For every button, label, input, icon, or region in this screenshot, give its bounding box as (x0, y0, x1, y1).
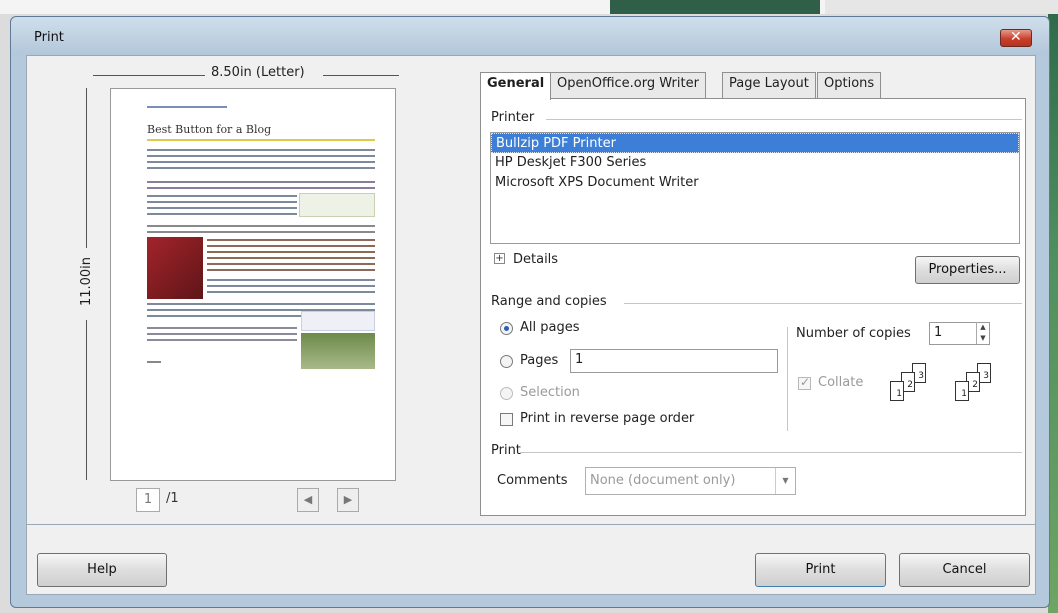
range-section-label: Range and copies (491, 294, 607, 309)
section-separator (520, 452, 1022, 453)
vertical-separator (787, 327, 788, 431)
printer-item[interactable]: HP Deskjet F300 Series (491, 153, 1019, 173)
section-separator (546, 119, 1022, 120)
page-width-indicator: 8.50in (Letter) (93, 65, 399, 81)
all-pages-label[interactable]: All pages (520, 320, 580, 335)
uncollated-pages-icon: 3 2 1 (955, 363, 993, 403)
print-section-label: Print (491, 443, 521, 458)
previous-page-button[interactable]: ◀ (297, 488, 319, 512)
comments-value: None (document only) (590, 473, 736, 488)
section-separator (624, 303, 1022, 304)
page-height-indicator: 11.00in (79, 88, 95, 480)
tab-page-layout[interactable]: Page Layout (722, 72, 816, 98)
tab-general[interactable]: General (480, 72, 552, 100)
spin-up-icon[interactable]: ▲ (977, 322, 989, 333)
preview-paragraph (207, 237, 375, 271)
close-icon: ✕ (1010, 29, 1022, 45)
collate-checkbox[interactable] (798, 375, 811, 390)
preview-paragraph (147, 223, 375, 233)
copies-label: Number of copies (796, 326, 911, 341)
pages-radio[interactable] (500, 355, 513, 368)
print-button[interactable]: Print (755, 553, 886, 587)
preview-paragraph (147, 179, 375, 189)
triangle-right-icon: ▶ (343, 493, 353, 506)
printer-section-label: Printer (491, 110, 535, 125)
dimension-line (323, 75, 399, 76)
preview-photo-image (301, 333, 375, 369)
comments-label: Comments (497, 473, 568, 488)
properties-button[interactable]: Properties... (915, 256, 1020, 284)
preview-logo-image (299, 193, 375, 217)
spin-down-icon[interactable]: ▼ (977, 333, 989, 344)
preview-text-line (147, 106, 227, 108)
cancel-button[interactable]: Cancel (899, 553, 1030, 587)
preview-paragraph (147, 325, 297, 341)
page-height-label: 11.00in (79, 256, 95, 307)
triangle-left-icon: ◀ (303, 493, 313, 506)
dimension-line (86, 320, 87, 480)
copies-spinner[interactable]: ▲ ▼ (976, 322, 989, 344)
next-page-button[interactable]: ▶ (337, 488, 359, 512)
page-preview: Best Button for a Blog (110, 88, 396, 481)
comments-select[interactable]: None (document only) ▼ (585, 467, 796, 495)
help-button[interactable]: Help (37, 553, 167, 587)
preview-paragraph (147, 147, 375, 173)
current-page-input[interactable]: 1 (136, 488, 160, 512)
preview-text-line (147, 361, 161, 363)
close-button[interactable]: ✕ (1000, 29, 1032, 47)
desktop-background-panel (825, 0, 1058, 14)
preview-page-title: Best Button for a Blog (147, 123, 272, 136)
selection-label[interactable]: Selection (520, 385, 580, 400)
details-label[interactable]: Details (513, 252, 558, 267)
tab-options[interactable]: Options (817, 72, 882, 98)
dimension-line (86, 88, 87, 248)
chevron-down-icon[interactable]: ▼ (775, 468, 795, 494)
printer-item[interactable]: Microsoft XPS Document Writer (491, 173, 1019, 193)
desktop-background-window (610, 0, 820, 14)
preview-paragraph (207, 277, 375, 297)
all-pages-radio[interactable] (500, 322, 513, 335)
selection-radio[interactable] (500, 387, 513, 400)
dimension-line (93, 75, 205, 76)
collate-label[interactable]: Collate (818, 375, 863, 390)
preview-paragraph (147, 193, 297, 219)
page-width-label: 8.50in (Letter) (211, 65, 305, 80)
collated-pages-icon: 3 2 1 (890, 363, 928, 403)
title-bar: Print ✕ (11, 17, 1049, 55)
tab-openoffice-writer[interactable]: OpenOffice.org Writer (550, 72, 706, 98)
printer-list[interactable]: Bullzip PDF Printer HP Deskjet F300 Seri… (490, 132, 1020, 244)
preview-book-image (147, 237, 203, 299)
details-expand-icon[interactable]: + (494, 253, 505, 264)
preview-rule (147, 139, 375, 141)
reverse-order-checkbox[interactable] (500, 413, 513, 426)
total-pages-label: /1 (166, 491, 179, 506)
desktop-background-strip (0, 0, 1058, 14)
pages-input[interactable]: 1 (570, 349, 778, 373)
reverse-order-label[interactable]: Print in reverse page order (520, 411, 694, 426)
pages-label[interactable]: Pages (520, 353, 558, 368)
printer-item[interactable]: Bullzip PDF Printer (491, 133, 1019, 153)
preview-logo-image (301, 311, 375, 331)
window-title: Print (34, 30, 64, 45)
